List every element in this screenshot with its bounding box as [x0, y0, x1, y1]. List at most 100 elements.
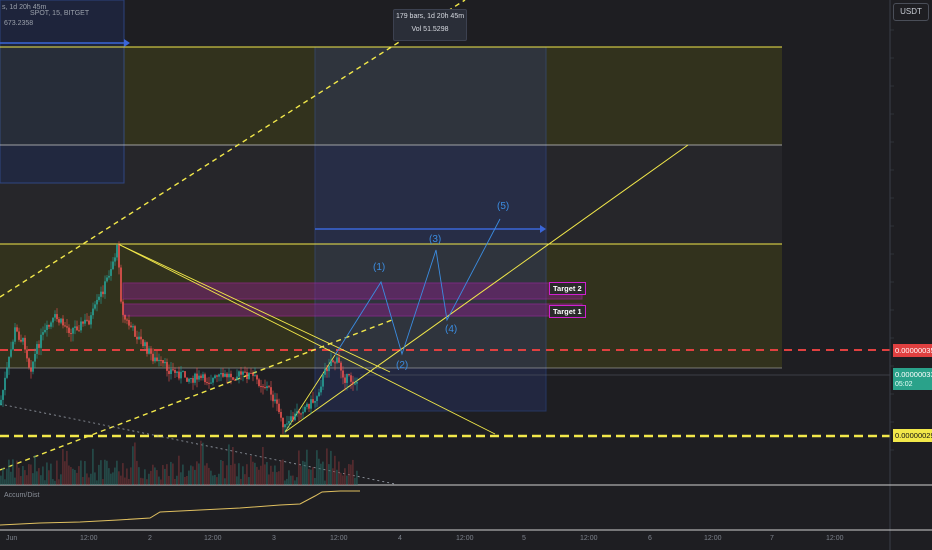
candle-body [166, 361, 168, 371]
volume-bar [92, 448, 94, 485]
top-left-measure-box [0, 0, 125, 184]
volume-bar [356, 470, 358, 485]
candle-body [106, 277, 108, 282]
volume-bar [214, 474, 216, 485]
candle-body [344, 377, 346, 383]
candle-body [144, 342, 146, 347]
volume-bar [144, 469, 146, 485]
candle-body [198, 375, 200, 380]
volume-bar [182, 464, 184, 485]
candle-body [342, 370, 344, 378]
candle-body [240, 371, 242, 375]
accum-dist-line [0, 490, 360, 526]
candle-body [208, 382, 210, 384]
volume-bar [292, 475, 294, 485]
volume-bar [230, 465, 232, 485]
candle-body [136, 336, 138, 340]
volume-bar [36, 471, 38, 485]
candle-body [282, 417, 284, 428]
candle-body [64, 325, 66, 327]
candle-body [150, 348, 152, 354]
candle-body [68, 327, 70, 334]
volume-bar [338, 461, 340, 485]
candle-body [330, 360, 332, 367]
volume-bar [52, 479, 54, 485]
price-chart-canvas[interactable] [0, 0, 932, 550]
volume-bar [50, 463, 52, 485]
candle-body [80, 321, 82, 331]
volume-bar [164, 468, 166, 485]
candle-body [22, 337, 24, 342]
volume-bar [316, 450, 318, 485]
volume-bar [250, 455, 252, 485]
candle-body [276, 399, 278, 404]
candle-body [146, 342, 148, 354]
candle-body [172, 369, 174, 371]
currency-unit-button[interactable]: USDT [893, 3, 929, 21]
candle-body [44, 329, 46, 333]
volume-bar [30, 464, 32, 485]
volume-bar [54, 480, 56, 485]
volume-bar [132, 446, 134, 485]
candle-body [274, 399, 276, 402]
volume-bar [38, 468, 40, 485]
candle-body [270, 387, 272, 395]
candle-body [170, 369, 172, 374]
volume-bar [232, 446, 234, 485]
volume-bar [24, 470, 26, 485]
measure-value: 673.2358 [4, 20, 34, 27]
candle-body [86, 319, 88, 321]
volume-bar [328, 464, 330, 485]
candle-body [322, 374, 324, 387]
target2-label: Target 2 [549, 282, 586, 295]
candle-body [90, 315, 92, 325]
volume-bar [330, 450, 332, 485]
volume-bar [294, 480, 296, 485]
volume-bar [62, 449, 64, 485]
range-measure-tooltip: 179 bars, 1d 20h 45m Vol 51.5298 [393, 9, 467, 41]
volume-bar [146, 479, 148, 485]
candle-body [278, 403, 280, 413]
candle-body [10, 349, 12, 357]
candle-body [214, 375, 216, 379]
volume-bar [290, 475, 292, 485]
candle-body [140, 336, 142, 340]
candle-body [206, 382, 208, 384]
volume-bar [142, 478, 144, 485]
volume-bar [48, 470, 50, 485]
candle-body [202, 374, 204, 378]
candle-body [34, 353, 36, 362]
candle-body [182, 371, 184, 373]
candle-body [218, 374, 220, 377]
candle-body [210, 382, 212, 384]
volume-bar [162, 465, 164, 485]
volume-bar [138, 467, 140, 485]
time-label-12: 7 [770, 535, 774, 542]
indicator-name[interactable]: Accum/Dist [4, 492, 39, 499]
candle-body [200, 375, 202, 378]
candle-body [302, 411, 304, 414]
candle-body [24, 337, 26, 350]
volume-bar [68, 465, 70, 485]
candle-body [128, 320, 130, 326]
candle-body [222, 373, 224, 377]
volume-bar [174, 478, 176, 485]
top-left-arrowhead [124, 39, 130, 47]
volume-bar [300, 466, 302, 485]
candle-body [84, 319, 86, 324]
volume-bar [206, 463, 208, 485]
candle-body [232, 377, 234, 380]
volume-bar [306, 449, 308, 485]
volume-bar [126, 468, 128, 485]
volume-bar [108, 468, 110, 485]
volume-bar [308, 469, 310, 485]
candle-body [178, 371, 180, 379]
candle-body [224, 373, 226, 377]
candle-body [296, 411, 298, 414]
volume-bar [156, 470, 158, 485]
volume-bar [28, 464, 30, 485]
volume-bar [284, 480, 286, 485]
wave-label-4: (4) [445, 324, 458, 335]
candle-body [14, 327, 16, 342]
volume-bar [66, 450, 68, 485]
